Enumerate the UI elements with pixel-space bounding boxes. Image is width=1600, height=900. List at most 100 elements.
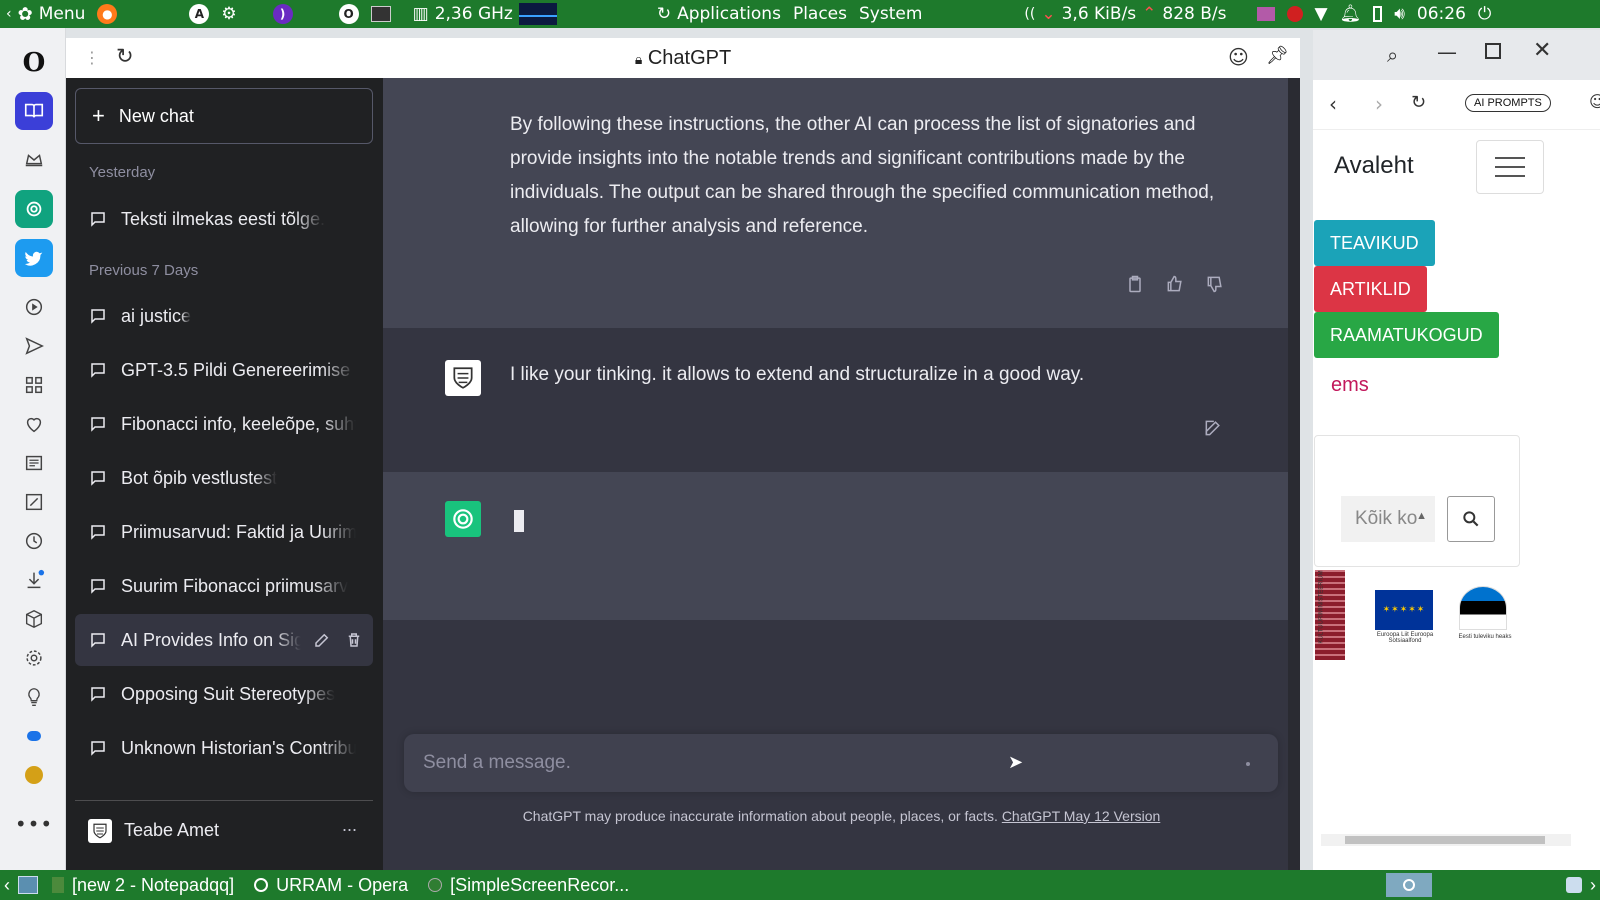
trash-icon[interactable] bbox=[345, 631, 363, 649]
settings-launcher[interactable]: ⚙ bbox=[215, 0, 242, 28]
tips-button[interactable] bbox=[15, 678, 53, 716]
assistant-typing-message bbox=[383, 472, 1288, 620]
wallet-button[interactable] bbox=[15, 756, 53, 794]
chat-item[interactable]: Opposing Suit Stereotypes bbox=[75, 668, 373, 720]
settings-button[interactable] bbox=[15, 639, 53, 677]
favorites-button[interactable] bbox=[15, 405, 53, 443]
edit-message-icon[interactable] bbox=[1203, 418, 1223, 438]
site-heading[interactable]: Avaleht bbox=[1334, 152, 1414, 180]
launcher-a[interactable]: A bbox=[183, 0, 215, 28]
firefox-launcher[interactable]: ● bbox=[91, 0, 123, 28]
taskbar-item[interactable]: URRAM - Opera bbox=[244, 870, 418, 900]
more-sidebar-button[interactable]: ••• bbox=[15, 805, 53, 843]
workspace-switcher[interactable] bbox=[1386, 873, 1432, 897]
equalizer-icon bbox=[1256, 7, 1275, 21]
chatgpt-sidebar-button[interactable] bbox=[15, 190, 53, 228]
news-button[interactable] bbox=[15, 444, 53, 482]
message-input[interactable]: Send a message. ➤ bbox=[404, 734, 1278, 792]
taskbar-scroll-right[interactable]: › bbox=[1586, 870, 1600, 900]
network-monitor[interactable]: (( ⌄ 3,6 KiB/s ⌃ 828 B/s bbox=[1018, 0, 1232, 28]
history-button[interactable] bbox=[15, 522, 53, 560]
chat-bubble-icon bbox=[91, 212, 105, 227]
horizontal-scrollbar[interactable] bbox=[1321, 834, 1571, 846]
reload-icon[interactable]: ↻ bbox=[1411, 92, 1426, 113]
system-menu[interactable]: System bbox=[853, 0, 928, 28]
twitter-button[interactable] bbox=[15, 239, 53, 277]
hamburger-menu-button[interactable] bbox=[1476, 140, 1544, 194]
crown-button[interactable] bbox=[15, 141, 53, 179]
net-up: 828 B/s bbox=[1162, 4, 1227, 24]
taskbar-item[interactable]: [SimpleScreenRecor... bbox=[418, 870, 639, 900]
scrollbar[interactable] bbox=[1288, 78, 1300, 870]
edit-pencil-icon[interactable] bbox=[313, 631, 331, 649]
close-icon[interactable]: ✕ bbox=[1533, 38, 1551, 63]
places-menu[interactable]: Places bbox=[787, 0, 853, 28]
ai-prompts-button[interactable]: AI PROMPTS bbox=[1465, 94, 1551, 112]
search-icon[interactable]: ⌕ bbox=[1387, 43, 1398, 67]
new-chat-button[interactable]: + New chat bbox=[75, 88, 373, 144]
estonia-logo-caption: Eesti tuleviku heaks bbox=[1458, 634, 1512, 640]
menu-button[interactable]: ‹ ✿ Menu bbox=[0, 0, 91, 28]
downloads-button[interactable] bbox=[15, 561, 53, 599]
chat-item[interactable]: Priimusarvud: Faktid ja Uurimu bbox=[75, 506, 373, 558]
tray-wifi[interactable]: ▼ bbox=[1309, 0, 1334, 28]
version-link[interactable]: ChatGPT May 12 Version bbox=[1002, 808, 1160, 824]
back-icon[interactable]: ‹ bbox=[1329, 92, 1337, 116]
chat-item[interactable]: Fibonacci info, keeleõpe, suhtl bbox=[75, 398, 373, 450]
send-button[interactable] bbox=[15, 327, 53, 365]
emoji-icon[interactable]: ☺ bbox=[1589, 92, 1600, 111]
power-button[interactable]: ⏻ bbox=[1472, 0, 1497, 28]
thumbs-up-icon[interactable] bbox=[1165, 274, 1185, 294]
ems-logo[interactable]: ems bbox=[1331, 374, 1369, 397]
taskbar-item[interactable]: [new 2 - Notepadqq] bbox=[42, 870, 244, 900]
raamatukogud-button[interactable]: RAAMATUKOGUD bbox=[1314, 312, 1499, 358]
tray-updates[interactable] bbox=[1562, 870, 1586, 900]
player-button[interactable] bbox=[15, 288, 53, 326]
chat-item[interactable]: ai justice bbox=[75, 290, 373, 342]
opera-menu-button[interactable]: O bbox=[15, 44, 53, 82]
chat-item[interactable]: Unknown Historian's Contribut bbox=[75, 722, 373, 774]
clock[interactable]: 06:26 bbox=[1411, 0, 1472, 28]
chat-item[interactable]: GPT-3.5 Pildi Genereerimise Ju bbox=[75, 344, 373, 396]
more-options-icon[interactable]: ... bbox=[342, 815, 357, 836]
applications-menu[interactable]: ↻ Applications bbox=[651, 0, 787, 28]
clipboard-icon[interactable] bbox=[1125, 274, 1145, 294]
category-select[interactable]: Kõik ko ▲ bbox=[1341, 496, 1435, 542]
chat-item[interactable]: Suurim Fibonacci priimusarv bbox=[75, 560, 373, 612]
thumbs-down-icon[interactable] bbox=[1205, 274, 1225, 294]
tray-battery[interactable] bbox=[1367, 0, 1388, 28]
emoji-button[interactable]: ☺ bbox=[1228, 45, 1249, 69]
extensions-button[interactable] bbox=[15, 600, 53, 638]
artiklid-button[interactable]: ARTIKLID bbox=[1314, 266, 1427, 312]
search-button[interactable] bbox=[1447, 496, 1495, 542]
feedback-actions bbox=[1125, 274, 1225, 294]
tray-notifications[interactable]: 🔔︎ bbox=[1334, 0, 1368, 28]
show-desktop-button[interactable] bbox=[14, 870, 42, 900]
cpu-monitor[interactable]: ▥ 2,36 GHz bbox=[407, 0, 563, 28]
messenger-button[interactable] bbox=[15, 717, 53, 755]
taskbar-scroll-left[interactable]: ‹ bbox=[0, 870, 14, 900]
clock-icon bbox=[25, 532, 43, 550]
bookmarks-button[interactable] bbox=[15, 92, 53, 130]
tray-volume[interactable]: 🔊︎ bbox=[1388, 0, 1411, 28]
snapshot-button[interactable] bbox=[15, 483, 53, 521]
pin-button[interactable]: 📌︎ bbox=[1266, 45, 1289, 66]
chat-item-active[interactable]: AI Provides Info on Sign bbox=[75, 614, 373, 666]
send-dot-icon[interactable] bbox=[1246, 762, 1250, 766]
teavikud-button[interactable]: TEAVIKUD bbox=[1314, 220, 1435, 266]
horizontal-scroll-thumb[interactable] bbox=[1345, 836, 1545, 844]
tray-audio-app[interactable] bbox=[1251, 0, 1281, 28]
page-title-bar[interactable]: 🔒︎ ChatGPT bbox=[66, 47, 1300, 70]
tray-record[interactable] bbox=[1281, 0, 1309, 28]
user-account-row[interactable]: Teabe Amet ... bbox=[75, 800, 373, 860]
chat-item[interactable]: Bot õpib vestlustest bbox=[75, 452, 373, 504]
apps-button[interactable] bbox=[15, 366, 53, 404]
opera-launcher[interactable]: O bbox=[333, 0, 365, 28]
restore-icon[interactable] bbox=[1485, 43, 1501, 59]
forward-icon[interactable]: › bbox=[1375, 92, 1383, 116]
chat-item[interactable]: Teksti ilmekas eesti tõlge. bbox=[75, 193, 373, 245]
minimize-icon[interactable]: — bbox=[1437, 40, 1457, 64]
podcast-launcher[interactable]: ) bbox=[267, 0, 299, 28]
terminal-launcher[interactable] bbox=[365, 0, 397, 28]
book-icon bbox=[24, 103, 44, 118]
